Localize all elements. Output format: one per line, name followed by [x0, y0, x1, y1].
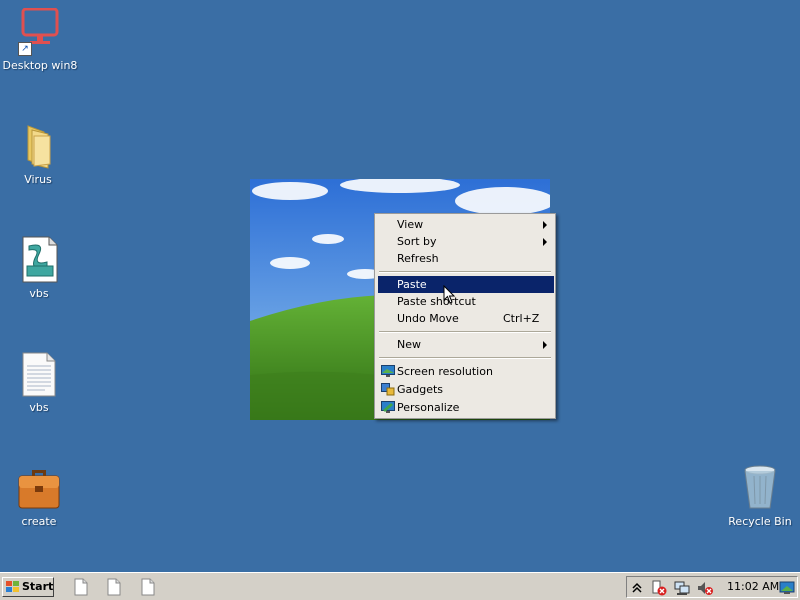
menu-item-label: Refresh: [397, 252, 439, 265]
mouse-cursor-icon: [443, 284, 457, 305]
windows-logo-icon: [6, 581, 19, 593]
shortcut-arrow-icon: ↗: [18, 42, 32, 56]
monitor-icon: [381, 365, 395, 378]
document-icon[interactable]: [106, 578, 122, 596]
desktop-icon-virus[interactable]: Virus: [0, 122, 78, 186]
menu-item-label: Screen resolution: [397, 365, 493, 378]
start-label: Start: [22, 580, 54, 593]
desktop-icon-vbs-text[interactable]: vbs: [0, 350, 79, 414]
action-center-warning-icon[interactable]: [651, 580, 667, 596]
desktop-icon-create[interactable]: create: [0, 464, 79, 528]
submenu-arrow-icon: [543, 341, 547, 349]
menu-item-gadgets[interactable]: Gadgets: [378, 381, 554, 398]
menu-item-view[interactable]: View: [378, 216, 554, 233]
menu-item-label: View: [397, 218, 424, 231]
document-icon[interactable]: [73, 578, 89, 596]
submenu-arrow-icon: [543, 238, 547, 246]
script-file-icon: [15, 236, 63, 284]
menu-item-label: Undo Move: [397, 312, 459, 325]
system-clock[interactable]: 11:02 AM: [727, 577, 779, 597]
desktop-icon-label: vbs: [29, 287, 49, 300]
menu-item-label: Gadgets: [397, 383, 444, 396]
submenu-arrow-icon: [543, 221, 547, 229]
start-button[interactable]: Start: [2, 577, 54, 597]
menu-item-sort-by[interactable]: Sort by: [378, 233, 554, 250]
monitor-shortcut-icon: ↗: [16, 7, 64, 56]
menu-separator: [379, 271, 551, 273]
briefcase-icon: [15, 464, 63, 512]
network-icon[interactable]: [674, 580, 690, 596]
folder-icon: [14, 122, 62, 170]
menu-item-label: Personalize: [397, 401, 460, 414]
taskbar: Start 11:02 AM: [0, 572, 800, 600]
gadgets-icon: [381, 383, 395, 396]
menu-item-new[interactable]: New: [378, 336, 554, 353]
menu-item-label: Sort by: [397, 235, 437, 248]
desktop-icon-desktop-win8[interactable]: ↗ Desktop win8: [0, 7, 80, 72]
menu-item-undo-move[interactable]: Undo Move Ctrl+Z: [378, 310, 554, 327]
document-icon[interactable]: [140, 578, 156, 596]
recycle-bin-icon: [736, 464, 784, 512]
menu-item-label: Paste: [397, 278, 427, 291]
menu-item-refresh[interactable]: Refresh: [378, 250, 554, 267]
desktop-icon-label: Virus: [24, 173, 52, 186]
text-file-icon: [15, 350, 63, 398]
volume-muted-icon[interactable]: [697, 580, 713, 596]
show-hidden-icons-chevron[interactable]: [629, 580, 645, 596]
menu-item-label: New: [397, 338, 421, 351]
desktop-context-menu: View Sort by Refresh Paste Paste shortcu…: [374, 213, 556, 419]
menu-item-personalize[interactable]: Personalize: [378, 399, 554, 416]
desktop-icon-vbs-script[interactable]: vbs: [0, 236, 79, 300]
personalize-icon: [381, 401, 395, 414]
menu-item-paste[interactable]: Paste: [378, 276, 554, 293]
show-desktop-icon[interactable]: [779, 580, 795, 596]
desktop-icon-label: Desktop win8: [2, 59, 78, 72]
menu-item-paste-shortcut[interactable]: Paste shortcut: [378, 293, 554, 310]
desktop-icon-label: vbs: [29, 401, 49, 414]
menu-item-shortcut: Ctrl+Z: [503, 312, 540, 325]
desktop-icon-recycle-bin[interactable]: Recycle Bin: [720, 464, 800, 528]
desktop-icon-label: Recycle Bin: [728, 515, 792, 528]
menu-separator: [379, 357, 551, 359]
menu-item-screen-resolution[interactable]: Screen resolution: [378, 363, 554, 380]
desktop-icon-label: create: [21, 515, 57, 528]
system-tray: 11:02 AM: [626, 576, 798, 598]
menu-item-label: Paste shortcut: [397, 295, 476, 308]
menu-separator: [379, 331, 551, 333]
